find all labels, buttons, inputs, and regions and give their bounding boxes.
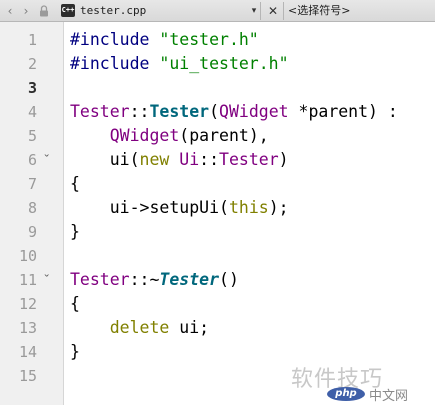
line-number: 8 [27, 199, 37, 217]
line-number: 12 [18, 295, 37, 313]
open-document-name[interactable]: tester.cpp [80, 3, 146, 19]
code-line[interactable]: 12 { [0, 292, 435, 316]
line-number: 15 [18, 367, 37, 385]
code-token: } [70, 342, 80, 361]
code-token: "ui_tester.h" [159, 54, 289, 73]
code-token: Tester [149, 102, 210, 121]
code-token: #include [70, 54, 160, 73]
code-token: (parent), [179, 126, 269, 145]
code-line[interactable]: 9} [0, 220, 435, 244]
code-token: } [70, 222, 80, 241]
code-line-text: } [70, 220, 80, 244]
code-line-text: ui->setupUi(this); [70, 196, 289, 220]
line-number: 11 [18, 271, 37, 289]
code-line-text: Tester::~Tester() [70, 268, 239, 292]
code-line-text: ui(new Ui::Tester) [70, 148, 289, 172]
code-line-text: } [70, 340, 80, 364]
watermark: 软件技巧 php 中文网 [291, 361, 431, 404]
code-line-text: Tester::Tester(QWidget *parent) : [70, 100, 398, 124]
code-token: ); [268, 198, 289, 217]
code-token: QWidget [109, 126, 180, 145]
code-line[interactable]: 13 delete ui; [0, 316, 435, 340]
code-token: *parent) : [288, 102, 398, 121]
line-number: 2 [27, 55, 37, 73]
back-arrow-icon[interactable]: ‹ [2, 3, 18, 19]
fold-marker-icon[interactable]: ˇ [43, 148, 50, 172]
watermark-site-text: 中文网 [369, 389, 409, 404]
code-editor[interactable]: 1 #include "tester.h" 2 #include "ui_tester… [0, 22, 435, 405]
code-line[interactable]: 4 Tester::Tester(QWidget *parent) : [0, 100, 435, 124]
code-token: ) [278, 150, 289, 169]
code-line-text: { [70, 172, 80, 196]
code-token: () [219, 270, 239, 289]
code-line[interactable]: 7{ [0, 172, 435, 196]
code-token: :: [129, 102, 150, 121]
code-line-text: #include "ui_tester.h" [70, 52, 289, 76]
line-number: 10 [18, 247, 37, 265]
fold-marker-icon[interactable]: ˇ [43, 268, 50, 292]
code-line[interactable]: 6ˇ ui(new Ui::Tester) [0, 148, 435, 172]
code-token: "tester.h" [159, 30, 259, 49]
line-number: 9 [27, 223, 37, 241]
line-number: 4 [27, 103, 37, 121]
code-token: ui; [169, 318, 210, 337]
code-line[interactable]: 2 #include "ui_tester.h" [0, 52, 435, 76]
code-line-text: delete ui; [70, 316, 209, 340]
code-token: :: [199, 150, 220, 169]
toolbar-divider [283, 2, 284, 20]
code-line-text: { [70, 292, 80, 316]
code-token: #include [70, 30, 160, 49]
cpp-file-icon: C++ [61, 4, 75, 17]
code-token: new [139, 150, 170, 169]
code-token: QWidget [219, 102, 289, 121]
line-number: 13 [18, 319, 37, 337]
editor-toolbar: ‹ › C++ tester.cpp ▾ ✕ <选择符号> [0, 0, 435, 22]
lock-icon[interactable] [36, 3, 52, 19]
lock-glyph [40, 5, 48, 17]
line-number: 3 [27, 79, 37, 97]
code-token: { [70, 174, 80, 193]
forward-arrow-icon[interactable]: › [18, 3, 34, 19]
close-icon[interactable]: ✕ [265, 3, 281, 19]
code-token: ui->setupUi( [70, 198, 229, 217]
code-token: Tester [159, 270, 220, 289]
code-line[interactable]: 8 ui->setupUi(this); [0, 196, 435, 220]
code-token: Ui [179, 150, 200, 169]
code-token: this [228, 198, 269, 217]
code-line[interactable]: 3 [0, 76, 435, 100]
code-token: ui( [70, 150, 140, 169]
qt-creator-editor-window: ‹ › C++ tester.cpp ▾ ✕ <选择符号> 1 #include … [0, 0, 435, 405]
code-token: Tester [70, 102, 130, 121]
code-line-text: QWidget(parent), [70, 124, 269, 148]
line-number: 5 [27, 127, 37, 145]
toolbar-divider [260, 2, 261, 20]
code-token: Tester [70, 270, 130, 289]
line-number: 7 [27, 175, 37, 193]
line-number: 1 [27, 31, 37, 49]
code-line-text: #include "tester.h" [70, 28, 259, 52]
line-number: 6 [27, 151, 37, 169]
code-token: { [70, 294, 80, 313]
code-line[interactable]: 10 [0, 244, 435, 268]
code-token: delete [109, 318, 170, 337]
line-number: 14 [18, 343, 37, 361]
code-line[interactable]: 1 #include "tester.h" [0, 28, 435, 52]
code-line[interactable]: 11 ˇ Tester::~Tester() [0, 268, 435, 292]
code-line[interactable]: 5 QWidget(parent), [0, 124, 435, 148]
php-logo-icon: php [327, 387, 365, 401]
code-token: Tester [219, 150, 279, 169]
code-token: ( [209, 102, 220, 121]
code-token: ::~ [129, 270, 160, 289]
symbol-selector[interactable]: <选择符号> [288, 3, 350, 19]
